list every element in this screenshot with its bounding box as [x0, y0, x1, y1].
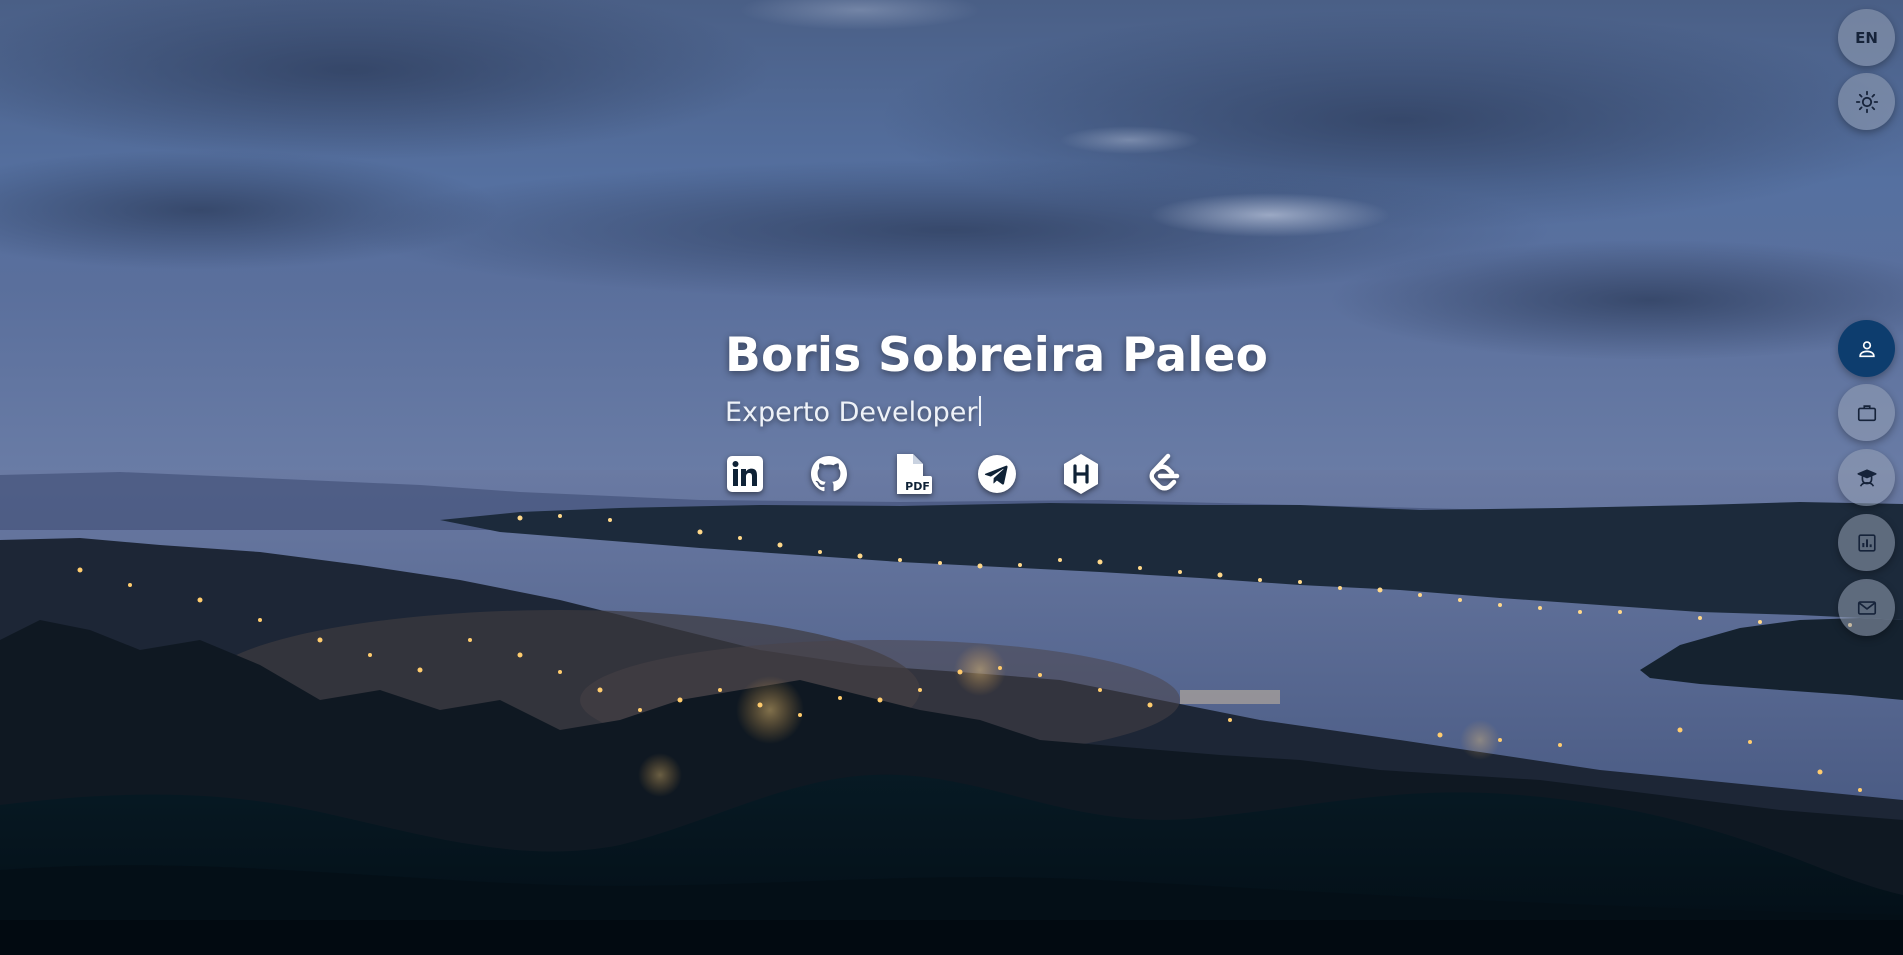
nav-about-button[interactable] — [1838, 320, 1895, 377]
github-icon — [809, 454, 849, 494]
briefcase-icon — [1856, 402, 1878, 424]
hero-subtitle-text: Experto Developer — [725, 397, 978, 428]
nav-experience-button[interactable] — [1838, 384, 1895, 441]
hackerrank-link[interactable] — [1061, 452, 1101, 496]
linkedin-icon — [726, 455, 764, 493]
graduate-icon — [1856, 467, 1878, 489]
nav-skills-button[interactable] — [1838, 514, 1895, 571]
telegram-icon — [977, 454, 1017, 494]
language-toggle-button[interactable]: EN — [1838, 9, 1895, 66]
pdf-file-icon: PDF — [893, 453, 933, 495]
leetcode-link[interactable] — [1145, 452, 1185, 496]
leetcode-icon — [1145, 453, 1185, 495]
nav-education-button[interactable] — [1838, 449, 1895, 506]
linkedin-link[interactable] — [725, 452, 765, 496]
language-label: EN — [1855, 28, 1878, 47]
person-icon — [1856, 338, 1878, 360]
sun-icon — [1855, 90, 1879, 114]
github-link[interactable] — [809, 452, 849, 496]
page: Boris Sobreira Paleo Experto Developer P… — [0, 0, 1903, 955]
typing-caret — [979, 396, 982, 426]
hero-section: Boris Sobreira Paleo Experto Developer P… — [725, 326, 1269, 496]
theme-toggle-button[interactable] — [1838, 73, 1895, 130]
hero-subtitle: Experto Developer — [725, 394, 1245, 432]
svg-text:PDF: PDF — [905, 480, 930, 493]
social-links: PDF — [725, 452, 1245, 496]
mail-icon — [1856, 597, 1878, 619]
page-title: Boris Sobreira Paleo — [725, 328, 1269, 383]
hackerrank-icon — [1061, 453, 1101, 495]
cv-pdf-link[interactable]: PDF — [893, 452, 933, 496]
nav-contact-button[interactable] — [1838, 579, 1895, 636]
telegram-link[interactable] — [977, 452, 1017, 496]
bar-chart-icon — [1856, 532, 1878, 554]
